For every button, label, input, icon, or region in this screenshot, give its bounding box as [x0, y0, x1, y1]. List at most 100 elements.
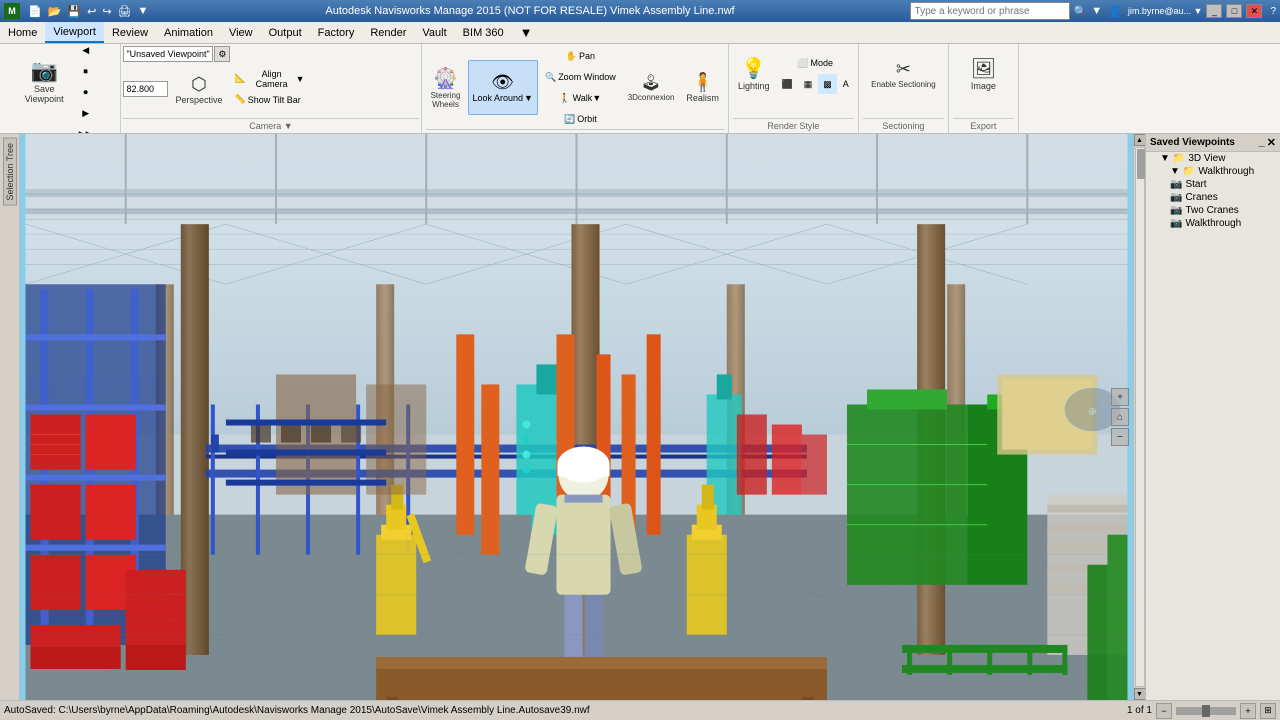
mode-button[interactable]: ⬜ Mode	[777, 53, 854, 73]
qa-new-icon[interactable]: 📄	[26, 4, 44, 19]
qa-open-icon[interactable]: 📂	[46, 4, 64, 19]
menu-animation[interactable]: Animation	[156, 22, 221, 43]
nav-zoom-out-button[interactable]: −	[1111, 428, 1129, 446]
qa-undo-icon[interactable]: ↩	[85, 4, 98, 19]
svg-text:⊕: ⊕	[1088, 406, 1096, 417]
toolbar: 📷 SaveViewpoint ◀◀ ◀ ⏹ ⏺ ▶ ▶▶ Save, Load…	[0, 44, 1280, 134]
qa-redo-icon[interactable]: ↪	[100, 4, 113, 19]
titlebar: M 📄 📂 💾 ↩ ↪ 🖨 ▼ Autodesk Navisworks Mana…	[0, 0, 1280, 22]
viewpoint-settings-button[interactable]: ⚙	[214, 46, 230, 62]
tree-item-start[interactable]: 📷 Start	[1146, 178, 1280, 191]
viewport[interactable]: ⊕ + ⌂ −	[20, 134, 1133, 700]
tree-item-3dview[interactable]: ▼ 📁 3D View	[1146, 152, 1280, 165]
viewport-scrollbar: ▲ ▼	[1133, 134, 1145, 700]
render-btn1[interactable]: ⬛	[777, 74, 798, 94]
playback-play-button[interactable]: ▶	[71, 104, 101, 124]
render-btn4[interactable]: A	[838, 74, 854, 94]
nav-zoom-in-button[interactable]: +	[1111, 388, 1129, 406]
playback-end-button[interactable]: ▶▶	[71, 125, 101, 135]
search-input[interactable]	[910, 2, 1070, 20]
qa-print-icon[interactable]: 🖨	[116, 4, 134, 19]
image-export-button[interactable]: 🖼 Image	[963, 46, 1003, 101]
realism-icon: 🧍	[691, 72, 713, 93]
main-area: Selection Tree	[0, 134, 1280, 700]
lighting-button[interactable]: 💡 Lighting	[733, 46, 775, 101]
zoom-window-button[interactable]: 🔍 Zoom Window	[540, 67, 621, 87]
enable-sectioning-button[interactable]: ✂ Enable Sectioning	[866, 46, 941, 101]
fov-input[interactable]	[123, 81, 168, 97]
save-viewpoint-button[interactable]: 📷 SaveViewpoint	[20, 52, 69, 112]
tree-camera-icon-5: 📷	[1170, 205, 1182, 216]
menu-home[interactable]: Home	[0, 22, 45, 43]
saved-viewpoints-collapse[interactable]: _	[1259, 136, 1265, 149]
playback-stop-button[interactable]: ⏹	[71, 62, 101, 82]
search-options-icon[interactable]: ▼	[1091, 5, 1102, 17]
tree-item-walkthrough-1[interactable]: ▼ 📁 Walkthrough	[1146, 165, 1280, 178]
threedconnexion-button[interactable]: 🕹 3Dconnexion	[623, 60, 680, 115]
menu-more[interactable]: ▼	[512, 22, 541, 43]
walk-button[interactable]: 🚶 Walk ▼	[540, 88, 621, 108]
help-icon[interactable]: 👤	[1106, 5, 1124, 18]
steering-wheels-button[interactable]: 🎡 SteeringWheels	[426, 60, 466, 115]
nav-home-button[interactable]: ⌂	[1111, 408, 1129, 426]
scroll-down-button[interactable]: ▼	[1134, 688, 1146, 700]
export-label[interactable]: Export	[953, 118, 1014, 131]
close-button[interactable]: ✕	[1246, 4, 1262, 18]
tree-item-cranes[interactable]: 📷 Cranes	[1146, 191, 1280, 204]
tree-camera-icon-2: 📁	[1183, 166, 1195, 177]
status-zoom-increase[interactable]: +	[1240, 703, 1256, 719]
mode-icon: ⬜	[797, 58, 808, 69]
menu-render[interactable]: Render	[362, 22, 414, 43]
orbit-button[interactable]: 🔄 Orbit	[540, 109, 621, 129]
menu-output[interactable]: Output	[261, 22, 310, 43]
qa-save-icon[interactable]: 💾	[65, 4, 83, 19]
help-button[interactable]: ?	[1270, 6, 1276, 17]
search-icon[interactable]: 🔍	[1074, 5, 1088, 18]
record-button[interactable]: ⏺	[71, 83, 101, 103]
pan-button[interactable]: ✋ Pan	[540, 46, 621, 66]
qa-extra-icon[interactable]: ▼	[136, 4, 151, 18]
menu-review[interactable]: Review	[104, 22, 156, 43]
minimize-button[interactable]: _	[1206, 4, 1222, 18]
render-btn3[interactable]: ▩	[818, 74, 837, 94]
tree-item-walkthrough-2[interactable]: 📷 Walkthrough	[1146, 217, 1280, 230]
saved-viewpoints-title: Saved Viewpoints	[1150, 137, 1235, 148]
sectioning-label[interactable]: Sectioning	[863, 118, 944, 131]
render-btn2[interactable]: ▦	[799, 74, 818, 94]
status-zoom-slider[interactable]	[1176, 707, 1236, 715]
maximize-button[interactable]: □	[1226, 4, 1242, 18]
camera-label[interactable]: Camera ▼	[123, 118, 418, 131]
tree-item-two-cranes[interactable]: 📷 Two Cranes	[1146, 204, 1280, 217]
steering-wheels-icon: 🎡	[433, 66, 458, 91]
selection-tree-tab[interactable]: Selection Tree	[3, 138, 17, 206]
perspective-icon: ⬡	[191, 74, 207, 95]
status-grid-button[interactable]: ⊞	[1260, 703, 1276, 719]
app-icon: M	[4, 3, 20, 19]
perspective-button[interactable]: ⬡ Perspective	[170, 64, 227, 114]
nav-overlay: + ⌂ −	[1111, 388, 1129, 446]
status-zoom-decrease[interactable]: −	[1156, 703, 1172, 719]
menu-viewport[interactable]: Viewport	[45, 22, 104, 43]
pan-icon: ✋	[566, 51, 577, 62]
user-dropdown[interactable]: jim.byrne@au... ▼	[1128, 6, 1203, 16]
realism-button[interactable]: 🧍 Realism	[681, 60, 724, 115]
playback-prev-button[interactable]: ◀	[71, 44, 101, 61]
status-right: 1 of 1 − + ⊞	[1127, 703, 1276, 719]
menu-view[interactable]: View	[221, 22, 261, 43]
viewpoint-name-input[interactable]	[123, 46, 213, 62]
scroll-up-button[interactable]: ▲	[1134, 134, 1146, 146]
menu-factory[interactable]: Factory	[310, 22, 363, 43]
look-around-button[interactable]: 👁 Look Around ▼	[468, 60, 538, 115]
app-title: Autodesk Navisworks Manage 2015 (NOT FOR…	[150, 5, 909, 17]
tree-folder-icon: 📁	[1173, 153, 1185, 164]
render-style-label[interactable]: Render Style	[733, 118, 854, 131]
align-camera-button[interactable]: 📐 Align Camera ▼	[230, 69, 310, 89]
tilt-bar-icon: 📏	[235, 94, 246, 105]
status-text: AutoSaved: C:\Users\byrne\AppData\Roamin…	[4, 705, 1127, 716]
menu-vault[interactable]: Vault	[414, 22, 454, 43]
tree-camera-icon-4: 📷	[1170, 192, 1182, 203]
saved-viewpoints-close[interactable]: ✕	[1267, 136, 1276, 149]
align-camera-icon: 📐	[235, 73, 246, 84]
show-tilt-bar-button[interactable]: 📏 Show Tilt Bar	[230, 90, 310, 110]
menu-bim360[interactable]: BIM 360	[455, 22, 512, 43]
